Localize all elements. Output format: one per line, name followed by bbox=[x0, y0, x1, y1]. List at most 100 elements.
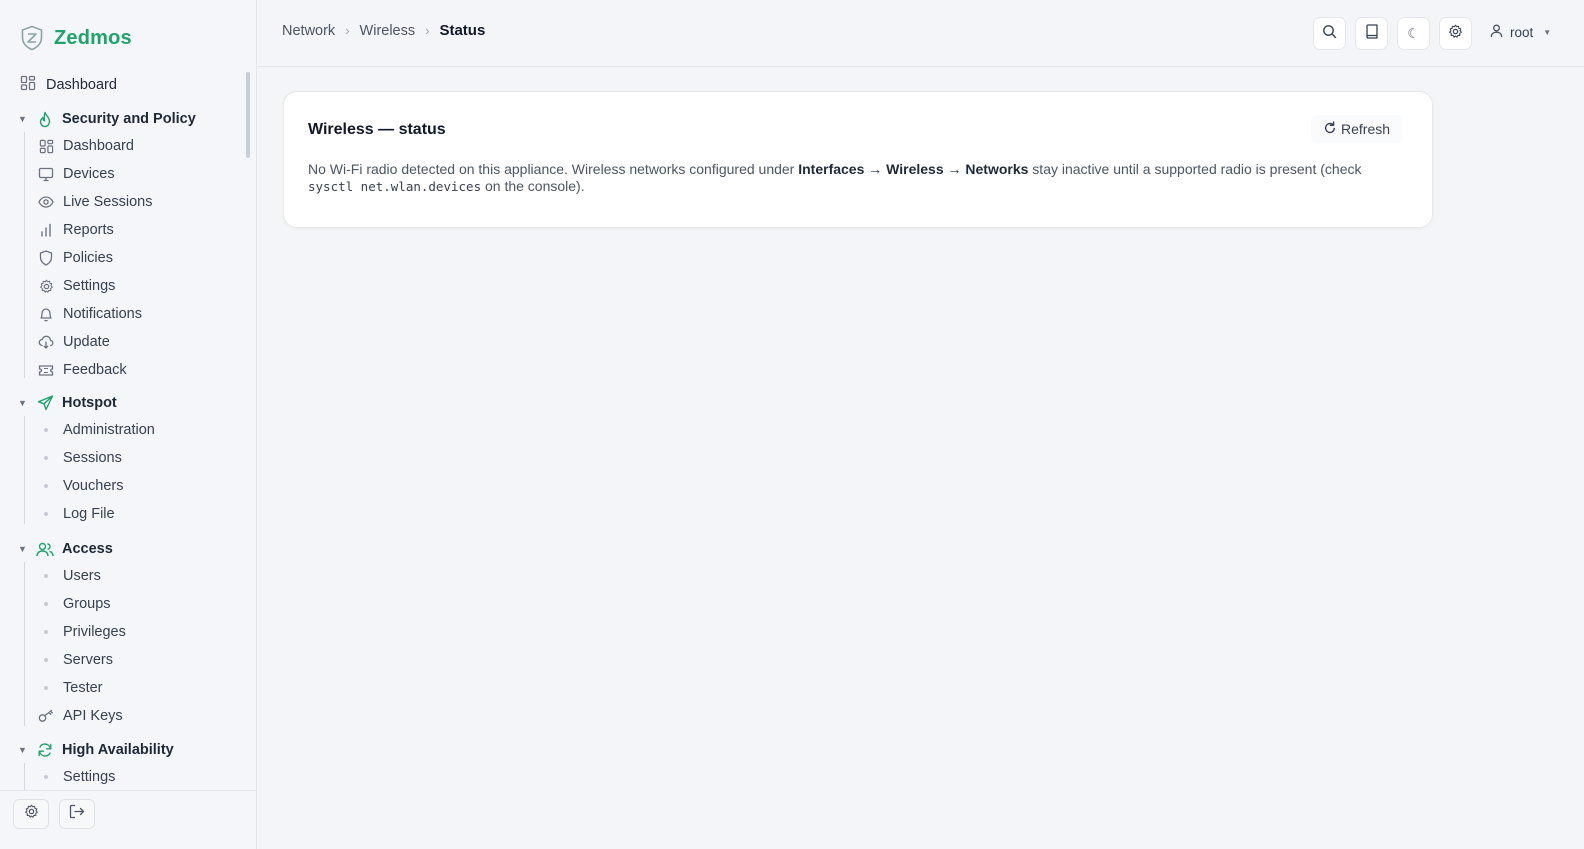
bullet-dot bbox=[38, 484, 54, 488]
flame-icon bbox=[36, 110, 54, 128]
sidebar-item-label: Dashboard bbox=[63, 138, 134, 154]
gear-icon bbox=[1448, 24, 1463, 44]
caret-down-icon: ▼ bbox=[18, 398, 27, 408]
status-text-part: stay inactive until a supported radio is… bbox=[1028, 161, 1362, 177]
sidebar-item-policies[interactable]: Policies bbox=[38, 248, 113, 268]
book-icon bbox=[1365, 23, 1379, 44]
key-icon bbox=[38, 708, 54, 724]
sidebar-item-label: Settings bbox=[63, 769, 116, 785]
docs-button[interactable] bbox=[1355, 17, 1388, 50]
sidebar-item-label: Tester bbox=[63, 680, 103, 696]
caret-down-icon: ▼ bbox=[18, 544, 27, 554]
moon-icon: ☾ bbox=[1407, 25, 1420, 42]
sidebar-item-ha-settings[interactable]: Settings bbox=[38, 767, 115, 787]
sidebar-item-settings[interactable]: Settings bbox=[38, 276, 115, 296]
bullet-dot bbox=[38, 428, 54, 432]
status-text-part: No Wi-Fi radio detected on this applianc… bbox=[308, 161, 799, 177]
group-line bbox=[24, 132, 25, 378]
sidebar-item-label: Groups bbox=[63, 596, 111, 612]
sidebar-item-administration[interactable]: Administration bbox=[38, 420, 155, 440]
group-label: High Availability bbox=[62, 742, 174, 758]
sync-icon bbox=[36, 741, 54, 759]
send-icon bbox=[36, 394, 54, 412]
caret-down-icon: ▼ bbox=[1543, 28, 1552, 37]
sidebar-item-label: API Keys bbox=[63, 708, 123, 724]
sidebar-item-reports[interactable]: Reports bbox=[38, 220, 114, 240]
breadcrumb: Network › Wireless › Status bbox=[282, 22, 485, 39]
sidebar-item-label: Sessions bbox=[63, 450, 122, 466]
group-label: Security and Policy bbox=[62, 111, 196, 127]
sidebar-item-sessions[interactable]: Sessions bbox=[38, 448, 122, 468]
breadcrumb-wireless[interactable]: Wireless bbox=[360, 23, 416, 39]
gear-icon bbox=[24, 804, 39, 824]
sidebar-item-sp-dashboard[interactable]: Dashboard bbox=[38, 136, 134, 156]
sidebar-item-label: Privileges bbox=[63, 624, 126, 640]
user-name: root bbox=[1510, 25, 1534, 40]
sidebar-item-log-file[interactable]: Log File bbox=[38, 504, 115, 524]
eye-icon bbox=[38, 194, 54, 210]
dashboard-icon bbox=[38, 138, 54, 154]
sidebar-item-label: Reports bbox=[63, 222, 114, 238]
group-access[interactable]: ▼ Access bbox=[18, 538, 113, 560]
sidebar-item-api-keys[interactable]: API Keys bbox=[38, 706, 123, 726]
sidebar-item-privileges[interactable]: Privileges bbox=[38, 622, 126, 642]
sidebar-item-label: Servers bbox=[63, 652, 113, 668]
sidebar-item-dashboard[interactable]: Dashboard bbox=[20, 75, 117, 95]
sidebar-item-label: Live Sessions bbox=[63, 194, 153, 210]
sidebar-item-devices[interactable]: Devices bbox=[38, 164, 115, 184]
shield-icon bbox=[38, 250, 54, 266]
refresh-label: Refresh bbox=[1341, 121, 1391, 137]
sidebar-item-live-sessions[interactable]: Live Sessions bbox=[38, 192, 152, 212]
bullet-dot bbox=[38, 686, 54, 690]
theme-toggle-button[interactable]: ☾ bbox=[1397, 17, 1430, 50]
search-icon bbox=[1322, 24, 1337, 44]
search-button[interactable] bbox=[1313, 17, 1346, 50]
sidebar-item-users[interactable]: Users bbox=[38, 566, 101, 586]
group-security-and-policy[interactable]: ▼ Security and Policy bbox=[18, 108, 196, 130]
sidebar-item-groups[interactable]: Groups bbox=[38, 594, 111, 614]
bar-chart-icon bbox=[38, 222, 54, 238]
brand[interactable]: Zedmos bbox=[20, 24, 132, 52]
cloud-download-icon bbox=[38, 334, 54, 350]
sidebar-item-vouchers[interactable]: Vouchers bbox=[38, 476, 123, 496]
settings-button[interactable] bbox=[13, 799, 49, 829]
sidebar-footer bbox=[0, 790, 257, 849]
ticket-icon bbox=[38, 362, 54, 378]
user-menu[interactable]: root ▼ bbox=[1490, 24, 1551, 41]
group-high-availability[interactable]: ▼ High Availability bbox=[18, 739, 174, 761]
logout-button[interactable] bbox=[59, 799, 95, 829]
sidebar-item-label: Users bbox=[63, 568, 101, 584]
sidebar-scrollbar[interactable] bbox=[246, 72, 250, 158]
settings-top-button[interactable] bbox=[1439, 17, 1472, 50]
bullet-dot bbox=[38, 574, 54, 578]
user-icon bbox=[1490, 24, 1503, 41]
sidebar-item-label: Update bbox=[63, 334, 110, 350]
status-command: sysctl net.wlan.devices bbox=[308, 179, 482, 194]
sidebar-item-feedback[interactable]: Feedback bbox=[38, 360, 127, 380]
caret-down-icon: ▼ bbox=[18, 745, 27, 755]
sidebar-item-update[interactable]: Update bbox=[38, 332, 110, 352]
refresh-button[interactable]: Refresh bbox=[1311, 115, 1404, 143]
sidebar-item-label: Devices bbox=[63, 166, 115, 182]
sidebar-item-servers[interactable]: Servers bbox=[38, 650, 113, 670]
logout-icon bbox=[69, 804, 85, 824]
sidebar: Zedmos Dashboard ▼ Security and Policy D… bbox=[0, 0, 257, 849]
sidebar-item-tester[interactable]: Tester bbox=[38, 678, 103, 698]
sidebar-item-label: Feedback bbox=[63, 362, 127, 378]
sidebar-item-label: Log File bbox=[63, 506, 115, 522]
bullet-dot bbox=[38, 456, 54, 460]
sidebar-item-label: Notifications bbox=[63, 306, 142, 322]
group-line bbox=[24, 763, 25, 790]
sidebar-item-label: Settings bbox=[63, 278, 116, 294]
dashboard-icon bbox=[20, 75, 36, 95]
bullet-dot bbox=[38, 775, 54, 779]
gear-icon bbox=[38, 278, 54, 294]
status-text-part: on the console). bbox=[481, 178, 585, 194]
users-icon bbox=[36, 540, 54, 558]
caret-down-icon: ▼ bbox=[18, 114, 27, 124]
group-hotspot[interactable]: ▼ Hotspot bbox=[18, 392, 117, 414]
breadcrumb-network[interactable]: Network bbox=[282, 23, 335, 39]
sidebar-item-notifications[interactable]: Notifications bbox=[38, 304, 142, 324]
sidebar-item-label: Dashboard bbox=[46, 77, 117, 93]
card-title: Wireless — status bbox=[308, 121, 446, 138]
